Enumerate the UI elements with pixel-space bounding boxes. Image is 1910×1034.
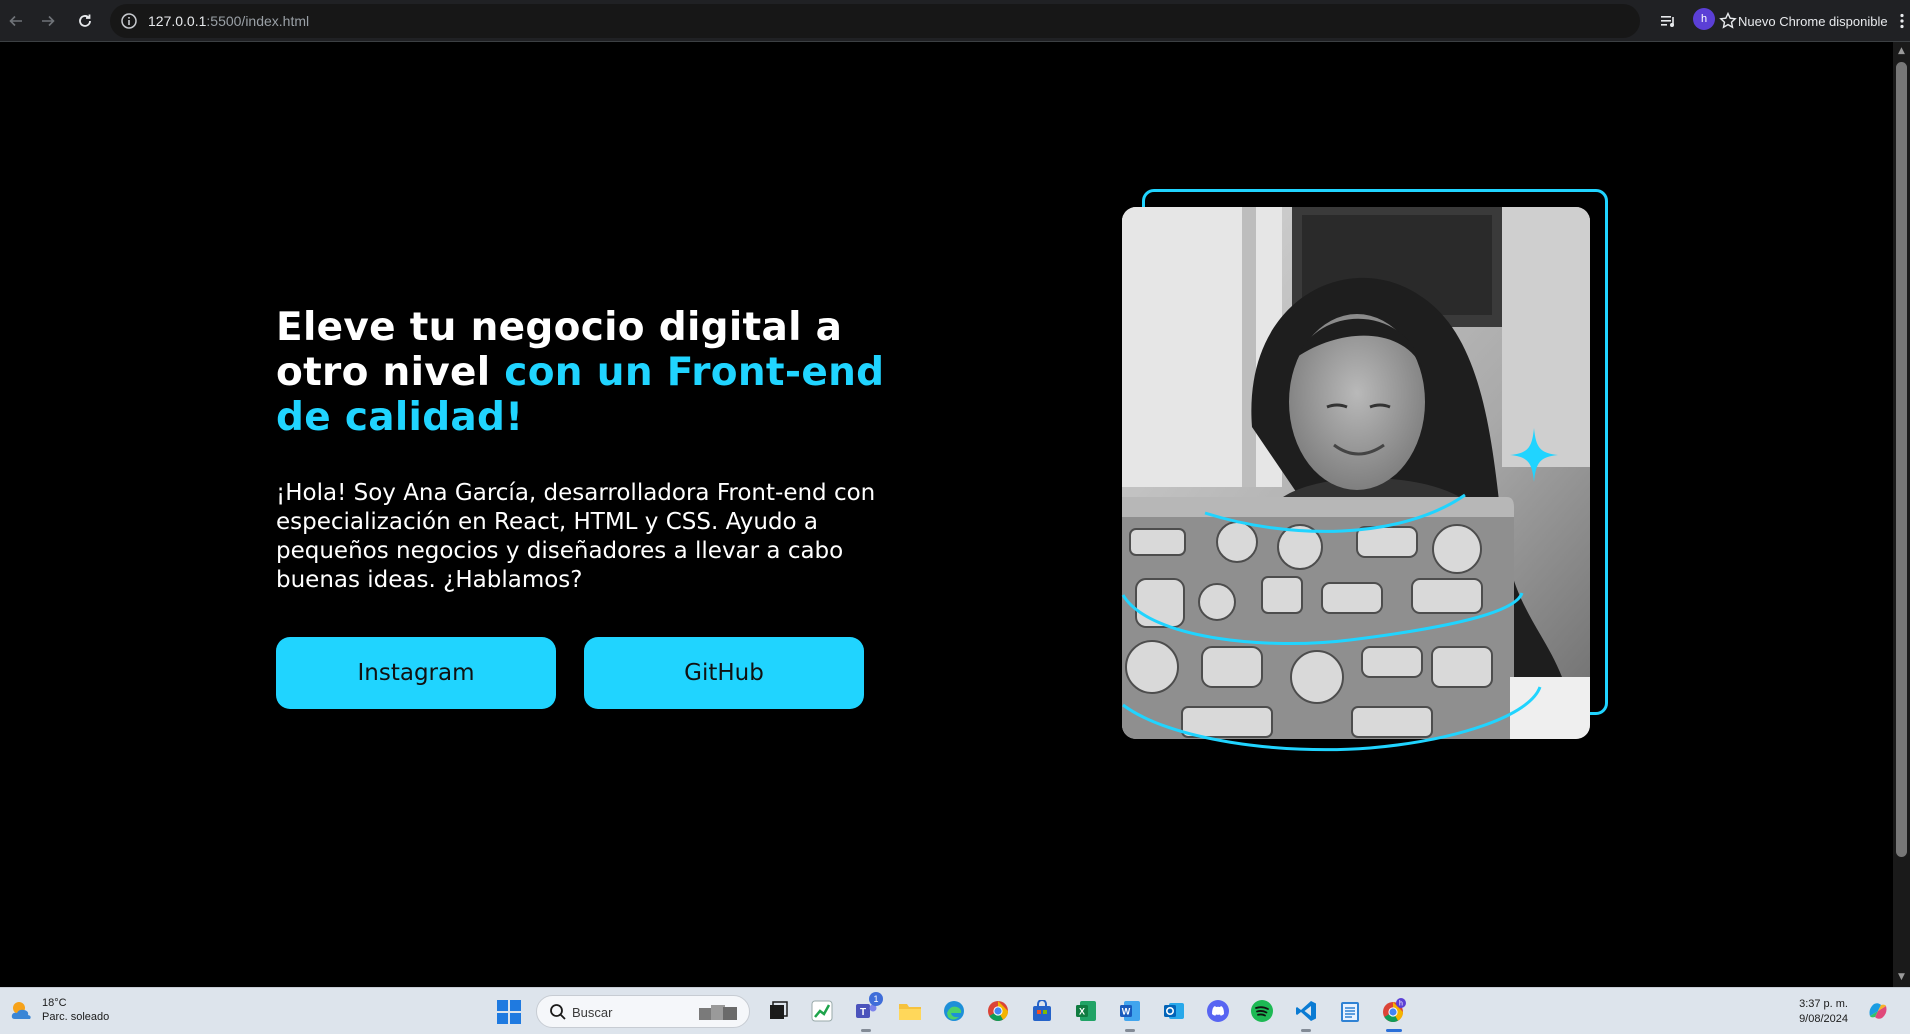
profile-avatar[interactable]: h: [1693, 8, 1715, 30]
search-placeholder: Buscar: [572, 1005, 613, 1020]
search-highlight-icon: [699, 1005, 737, 1020]
folder-icon: [899, 1004, 921, 1020]
running-indicator: [1125, 1029, 1135, 1032]
weather-description: Parc. soleado: [42, 1011, 110, 1023]
edge-icon: [944, 1001, 964, 1021]
stock-chart-icon: [811, 1000, 833, 1022]
outlook-app[interactable]: [1160, 997, 1188, 1025]
windows-start-icon[interactable]: [496, 999, 522, 1025]
address-bar[interactable]: 127.0.0.1:5500/index.html: [110, 4, 1737, 38]
partly-sunny-icon: [11, 1002, 31, 1019]
spotify-app[interactable]: [1248, 997, 1276, 1025]
chrome-profile-icon: h: [1383, 998, 1406, 1022]
scroll-down-arrow-icon[interactable]: ▼: [1897, 973, 1906, 982]
reload-icon: [79, 14, 91, 27]
browser-toolbar: 127.0.0.1:5500/index.html h Nuevo Chrome…: [0, 0, 1910, 42]
svg-text:T: T: [860, 1007, 866, 1018]
word-app[interactable]: W: [1116, 997, 1144, 1032]
edge-app[interactable]: [940, 997, 968, 1025]
clock-time: 3:37 p. m.: [1799, 998, 1848, 1010]
hero-intro-paragraph: ¡Hola! Soy Ana García, desarrolladora Fr…: [276, 480, 876, 593]
playlist-icon: [1661, 16, 1674, 27]
outlook-icon: [1164, 1003, 1184, 1019]
teams-app[interactable]: T 1: [852, 992, 883, 1032]
discord-icon: [1207, 1000, 1229, 1022]
excel-icon: X: [1076, 1001, 1096, 1021]
discord-app[interactable]: [1204, 997, 1232, 1025]
file-explorer-app[interactable]: [896, 997, 924, 1025]
page-scrollbar[interactable]: ▲ ▼: [1893, 42, 1910, 987]
active-indicator: [1386, 1029, 1402, 1032]
running-indicator: [861, 1029, 871, 1032]
task-view-icon: [770, 1001, 788, 1019]
chrome-profile-app[interactable]: h: [1380, 997, 1408, 1032]
windows-taskbar: 18°C Parc. soleado Buscar T 1 X W h 3:37…: [0, 987, 1910, 1034]
weather-temperature: 18°C: [42, 997, 67, 1009]
sparkle-star-icon: [1510, 428, 1558, 482]
store-bag-icon: [1033, 1000, 1051, 1021]
media-control-button[interactable]: [1656, 8, 1682, 34]
svg-text:h: h: [1399, 1001, 1403, 1008]
svg-text:X: X: [1079, 1007, 1085, 1017]
taskbar-search-box[interactable]: Buscar: [536, 995, 750, 1028]
scrollbar-thumb[interactable]: [1896, 62, 1907, 857]
github-button[interactable]: GitHub: [584, 637, 864, 709]
page-viewport: Eleve tu negocio digital a otro nivel co…: [0, 43, 1893, 987]
hero-title: Eleve tu negocio digital a otro nivel co…: [276, 305, 916, 440]
running-indicator: [1301, 1029, 1311, 1032]
site-info-icon[interactable]: [120, 12, 138, 30]
weather-widget[interactable]: 18°C Parc. soleado: [8, 996, 109, 1024]
scroll-up-arrow-icon[interactable]: ▲: [1897, 47, 1906, 56]
update-label: Nuevo Chrome disponible: [1738, 13, 1888, 29]
clock-date: 9/08/2024: [1799, 1013, 1848, 1025]
arrow-right-icon: [42, 15, 55, 27]
copilot-icon[interactable]: [1866, 999, 1890, 1023]
forward-button[interactable]: [34, 7, 62, 35]
vscode-app[interactable]: [1292, 997, 1320, 1032]
kebab-menu-icon[interactable]: [1894, 12, 1910, 30]
url-host: 127.0.0.1: [148, 13, 207, 29]
chrome-icon: [988, 1001, 1008, 1021]
back-button[interactable]: [2, 7, 30, 35]
vscode-icon: [1296, 1001, 1316, 1021]
word-icon: W: [1120, 1001, 1140, 1021]
arrow-left-icon: [9, 15, 22, 27]
system-clock[interactable]: 3:37 p. m. 9/08/2024: [1788, 997, 1848, 1027]
excel-app[interactable]: X: [1072, 997, 1100, 1025]
chrome-update-button[interactable]: Nuevo Chrome disponible: [1728, 5, 1910, 37]
url-path: :5500/index.html: [206, 13, 310, 29]
chrome-app[interactable]: [984, 997, 1012, 1025]
instagram-button[interactable]: Instagram: [276, 637, 556, 709]
teams-notification-badge: 1: [869, 992, 883, 1006]
taskview-app[interactable]: [764, 997, 792, 1025]
spotify-icon: [1251, 1000, 1273, 1022]
url-text[interactable]: 127.0.0.1:5500/index.html: [148, 13, 309, 29]
notepad-icon: [1341, 1002, 1359, 1022]
store-app[interactable]: [1028, 997, 1056, 1025]
notepad-app[interactable]: [1336, 997, 1364, 1025]
search-icon: [550, 1004, 566, 1020]
stocks-app[interactable]: [808, 997, 836, 1025]
svg-text:W: W: [1122, 1007, 1131, 1017]
reload-button[interactable]: [71, 7, 99, 35]
